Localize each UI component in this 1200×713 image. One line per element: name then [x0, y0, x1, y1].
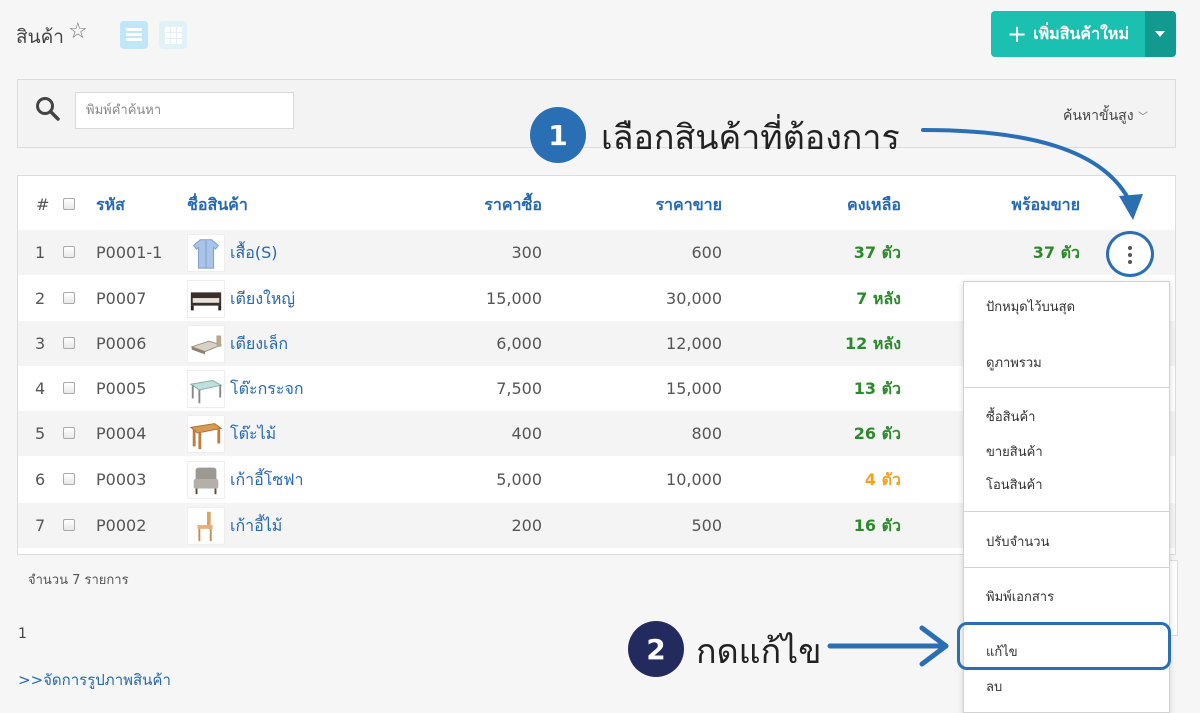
menu-divider [964, 387, 1169, 388]
row-remaining: 37 ตัว [853, 243, 901, 262]
row-buy-price: 300 [511, 243, 542, 262]
search-icon[interactable] [35, 96, 61, 122]
row-index: 7 [35, 516, 46, 535]
step-text: กดแก้ไข [696, 632, 822, 672]
row-checkbox[interactable] [63, 473, 75, 485]
row-name[interactable]: เตียงเล็ก [230, 321, 288, 366]
menu-item-pin[interactable]: ปักหมุดไว้บนสุด [986, 296, 1075, 317]
col-remaining-header[interactable]: คงเหลือ [758, 182, 901, 227]
step-badge: 2 [628, 621, 684, 677]
edit-highlight-ring [957, 622, 1171, 670]
menu-item-transfer[interactable]: โอนสินค้า [986, 474, 1043, 495]
row-code: P0006 [96, 334, 147, 353]
row-index: 4 [35, 379, 46, 398]
row-sell-price: 600 [691, 243, 722, 262]
row-sell-price: 800 [691, 424, 722, 443]
manage-images-link[interactable]: >>จัดการรูปภาพสินค้า [18, 668, 171, 692]
row-code: P0004 [96, 424, 147, 443]
row-sell-price: 12,000 [666, 334, 722, 353]
menu-divider [964, 567, 1169, 568]
arrow-icon [921, 128, 1143, 220]
small-bed-thumbnail [187, 325, 225, 363]
row-remaining: 13 ตัว [853, 379, 901, 398]
row-sell-price: 15,000 [666, 379, 722, 398]
row-buy-price: 200 [511, 516, 542, 535]
row-code: P0003 [96, 470, 147, 489]
select-all-checkbox[interactable] [63, 198, 75, 210]
row-checkbox[interactable] [63, 337, 75, 349]
table-row[interactable]: 1 P0001-1 เสื้อ(S) 300 600 37 ตัว 37 ตัว [18, 230, 1175, 275]
row-index: 2 [35, 289, 46, 308]
row-checkbox[interactable] [63, 246, 75, 258]
menu-item-print[interactable]: พิมพ์เอกสาร [986, 586, 1054, 607]
grid-view-icon[interactable] [159, 21, 187, 49]
wooden-table-thumbnail [187, 415, 225, 453]
row-remaining: 7 หลัง [856, 289, 901, 308]
row-buy-price: 7,500 [496, 379, 542, 398]
col-buy-header[interactable]: ราคาซื้อ [398, 182, 542, 227]
row-code: P0002 [96, 516, 147, 535]
add-product-button[interactable]: + เพิ่มสินค้าใหม่ [991, 11, 1145, 57]
page-number[interactable]: 1 [18, 626, 27, 642]
col-name-header[interactable]: ชื่อสินค้า [187, 182, 248, 227]
menu-item-sell[interactable]: ขายสินค้า [986, 441, 1043, 462]
row-index: 1 [35, 243, 46, 262]
page-title: สินค้า [16, 26, 64, 48]
row-available: 37 ตัว [1032, 243, 1080, 262]
row-buy-price: 6,000 [496, 334, 542, 353]
menu-item-adjust[interactable]: ปรับจำนวน [986, 531, 1049, 552]
row-name[interactable]: เก้าอี้โซฟา [230, 457, 304, 502]
panel-edge [1170, 560, 1178, 636]
menu-item-overview[interactable]: ดูภาพรวม [986, 352, 1042, 373]
row-buy-price: 5,000 [496, 470, 542, 489]
row-name[interactable]: เตียงใหญ่ [230, 276, 295, 321]
row-sell-price: 10,000 [666, 470, 722, 489]
row-sell-price: 30,000 [666, 289, 722, 308]
row-checkbox[interactable] [63, 519, 75, 531]
step-badge: 1 [530, 107, 586, 163]
row-checkbox[interactable] [63, 382, 75, 394]
step-text: เลือกสินค้าที่ต้องการ [601, 118, 900, 158]
row-checkbox[interactable] [63, 427, 75, 439]
row-index: 5 [35, 424, 46, 443]
row-code: P0001-1 [96, 243, 163, 262]
col-sell-header[interactable]: ราคาขาย [578, 182, 722, 227]
col-code-header[interactable]: รหัส [96, 182, 125, 227]
row-code: P0005 [96, 379, 147, 398]
row-remaining: 26 ตัว [853, 424, 901, 443]
search-input[interactable] [75, 92, 294, 129]
row-index: 6 [35, 470, 46, 489]
plus-icon: + [1007, 20, 1028, 48]
row-buy-price: 15,000 [486, 289, 542, 308]
caret-down-icon[interactable] [1145, 11, 1176, 57]
add-product-label: เพิ่มสินค้าใหม่ [1033, 23, 1129, 43]
row-name[interactable]: เก้าอี้ไม้ [230, 503, 282, 548]
row-checkbox[interactable] [63, 292, 75, 304]
list-view-icon[interactable] [120, 21, 148, 49]
row-name[interactable]: โต๊ะกระจก [230, 366, 304, 411]
row-index: 3 [35, 334, 46, 353]
row-remaining: 12 หลัง [845, 334, 901, 353]
menu-divider [964, 511, 1169, 512]
row-buy-price: 400 [511, 424, 542, 443]
row-name[interactable]: เสื้อ(S) [230, 230, 277, 275]
row-sell-price: 500 [691, 516, 722, 535]
arrow-icon [827, 625, 949, 667]
row-code: P0007 [96, 289, 147, 308]
menu-item-delete[interactable]: ลบ [986, 676, 1002, 697]
wooden-chair-thumbnail [187, 507, 225, 545]
row-remaining: 4 ตัว [864, 470, 901, 489]
glass-table-thumbnail [187, 370, 225, 408]
sofa-chair-thumbnail [187, 461, 225, 499]
shirt-thumbnail [187, 234, 225, 272]
kebab-menu-icon[interactable] [1106, 231, 1154, 277]
menu-item-buy[interactable]: ซื้อสินค้า [986, 406, 1035, 427]
row-name[interactable]: โต๊ะไม้ [230, 411, 276, 456]
bed-thumbnail [187, 280, 225, 318]
row-remaining: 16 ตัว [853, 516, 901, 535]
col-index-header: # [36, 195, 50, 214]
item-count: จำนวน 7 รายการ [28, 573, 129, 588]
star-icon[interactable]: ☆ [68, 21, 88, 43]
